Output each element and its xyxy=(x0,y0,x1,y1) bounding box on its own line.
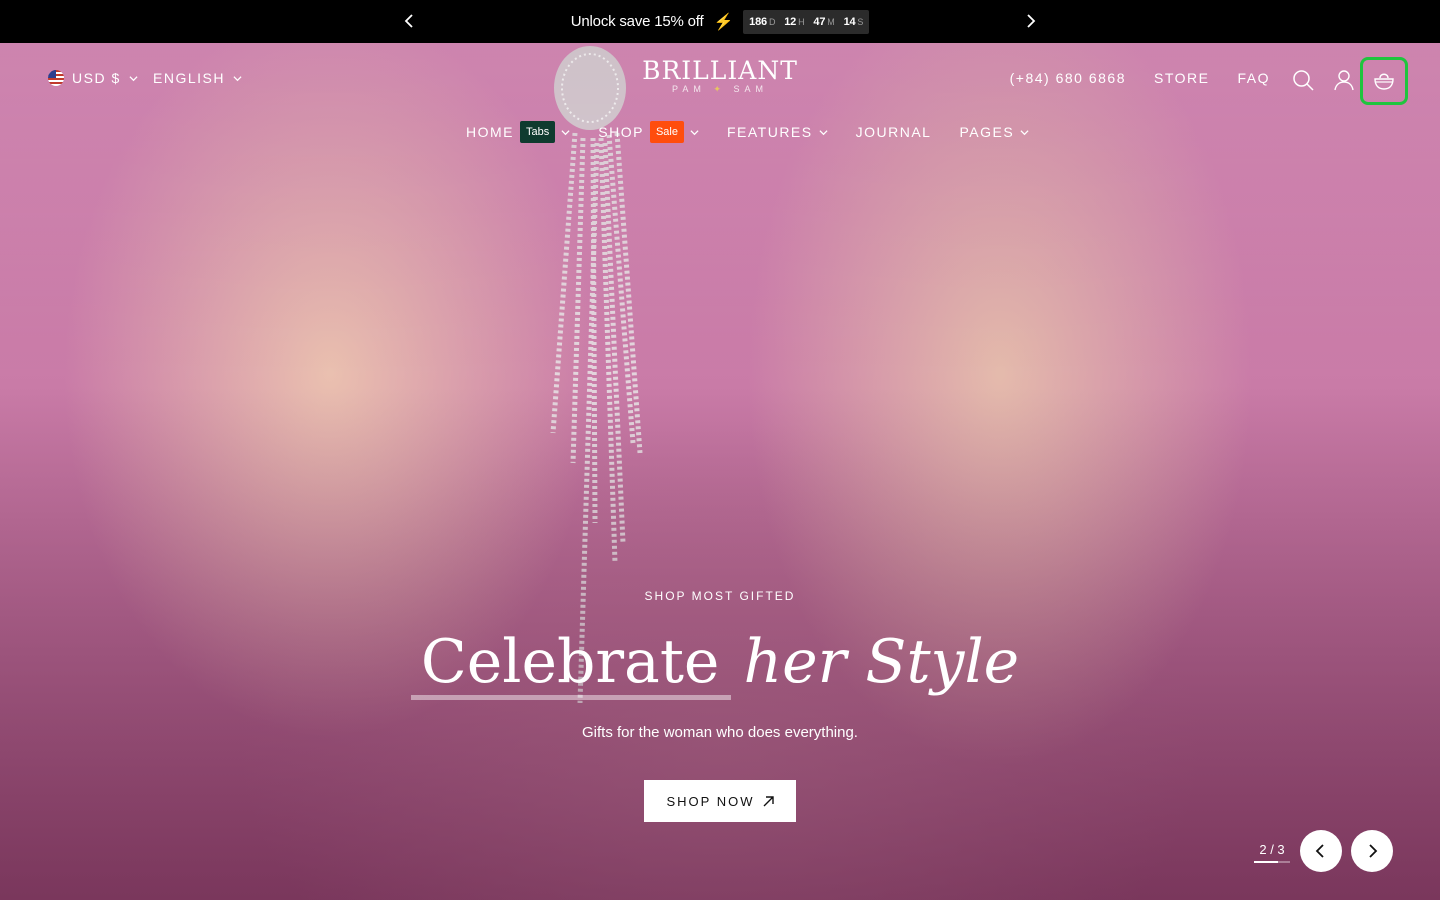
chevron-down-icon xyxy=(819,129,828,135)
hero-subtitle: Gifts for the woman who does everything. xyxy=(582,724,858,741)
tabs-badge: Tabs xyxy=(520,121,556,143)
announcement-text: Unlock save 15% off xyxy=(570,13,704,30)
language-label: ENGLISH xyxy=(153,70,225,86)
slide-counter: 2 / 3 xyxy=(1254,842,1290,863)
hero-headline: Celebrate her Style xyxy=(0,622,1440,702)
nav-features-label: FEATURES xyxy=(726,124,813,140)
slide-next-button[interactable] xyxy=(1351,830,1393,872)
slide-total: 3 xyxy=(1277,842,1285,857)
slide-current: 2 xyxy=(1259,842,1267,857)
nav-pages-label: PAGES xyxy=(959,124,1015,140)
search-button[interactable] xyxy=(1291,68,1315,92)
hero-slideshow xyxy=(0,43,1440,900)
chevron-down-icon xyxy=(233,75,242,81)
logo-name: BRILLIANT xyxy=(642,56,798,85)
chevron-down-icon xyxy=(129,75,138,81)
countdown-minutes: 47 M xyxy=(813,15,835,28)
chevron-left-icon xyxy=(1315,844,1324,858)
nav-shop-label: SHOP xyxy=(598,124,644,140)
account-button[interactable] xyxy=(1332,68,1356,92)
announcement-prev-button[interactable] xyxy=(399,10,421,32)
nav-home-label: HOME xyxy=(466,124,514,140)
chevron-right-icon xyxy=(1369,844,1378,858)
countdown-seconds: 14 S xyxy=(843,15,864,28)
cart-button[interactable] xyxy=(1360,57,1408,105)
arrow-up-right-icon xyxy=(763,795,774,806)
language-selector[interactable]: ENGLISH xyxy=(153,70,242,86)
nav-item-journal[interactable]: JOURNAL xyxy=(856,124,932,140)
faq-link[interactable]: FAQ xyxy=(1237,70,1270,86)
nav-journal-label: JOURNAL xyxy=(855,124,932,140)
chevron-left-icon xyxy=(404,14,413,28)
hero-overlay xyxy=(0,43,1440,900)
countdown-hours: 12 H xyxy=(784,15,805,28)
announcement-message: Unlock save 15% off ⚡ 186 D 12 H 47 M 14 S xyxy=(570,9,870,34)
bolt-icon: ⚡ xyxy=(713,13,734,31)
nav-item-pages[interactable]: PAGES xyxy=(959,124,1029,140)
brand-logo[interactable]: BRILLIANT PAM ✦ SAM xyxy=(620,56,820,95)
shop-now-label: SHOP NOW xyxy=(666,793,755,809)
currency-selector[interactable]: USD $ xyxy=(48,70,138,86)
store-link[interactable]: STORE xyxy=(1154,70,1209,86)
logo-tagline: PAM ✦ SAM xyxy=(672,84,768,94)
slide-progress-fill xyxy=(1254,861,1279,863)
user-icon xyxy=(1334,70,1354,91)
chevron-down-icon xyxy=(1020,129,1029,135)
countdown-days: 186 D xyxy=(749,15,776,28)
nav-item-shop[interactable]: SHOP Sale xyxy=(598,121,699,143)
hero-eyebrow: SHOP MOST GIFTED xyxy=(644,589,796,603)
star-icon: ✦ xyxy=(713,84,726,94)
shop-now-button[interactable]: SHOP NOW xyxy=(644,780,796,822)
main-navigation: HOME Tabs SHOP Sale FEATURES JOURNAL PAG… xyxy=(466,121,1057,143)
header-links: (+84) 680 6868 STORE FAQ xyxy=(1010,70,1270,86)
chevron-down-icon xyxy=(561,129,570,135)
search-icon xyxy=(1293,70,1314,91)
slide-prev-button[interactable] xyxy=(1300,830,1342,872)
headline-part-2: her Style xyxy=(743,627,1020,697)
currency-label: USD $ xyxy=(72,70,121,86)
announcement-next-button[interactable] xyxy=(1019,10,1041,32)
sale-badge: Sale xyxy=(649,121,684,143)
chevron-right-icon xyxy=(1027,14,1036,28)
chevron-down-icon xyxy=(690,129,699,135)
announcement-bar: Unlock save 15% off ⚡ 186 D 12 H 47 M 14 S xyxy=(0,0,1440,43)
phone-link[interactable]: (+84) 680 6868 xyxy=(1010,70,1126,86)
headline-part-1: Celebrate xyxy=(410,622,732,702)
nav-item-features[interactable]: FEATURES xyxy=(727,124,828,140)
cart-basket-icon xyxy=(1374,73,1394,90)
nav-item-home[interactable]: HOME Tabs xyxy=(466,121,570,143)
countdown-timer: 186 D 12 H 47 M 14 S xyxy=(743,9,870,34)
us-flag-icon xyxy=(48,70,64,86)
